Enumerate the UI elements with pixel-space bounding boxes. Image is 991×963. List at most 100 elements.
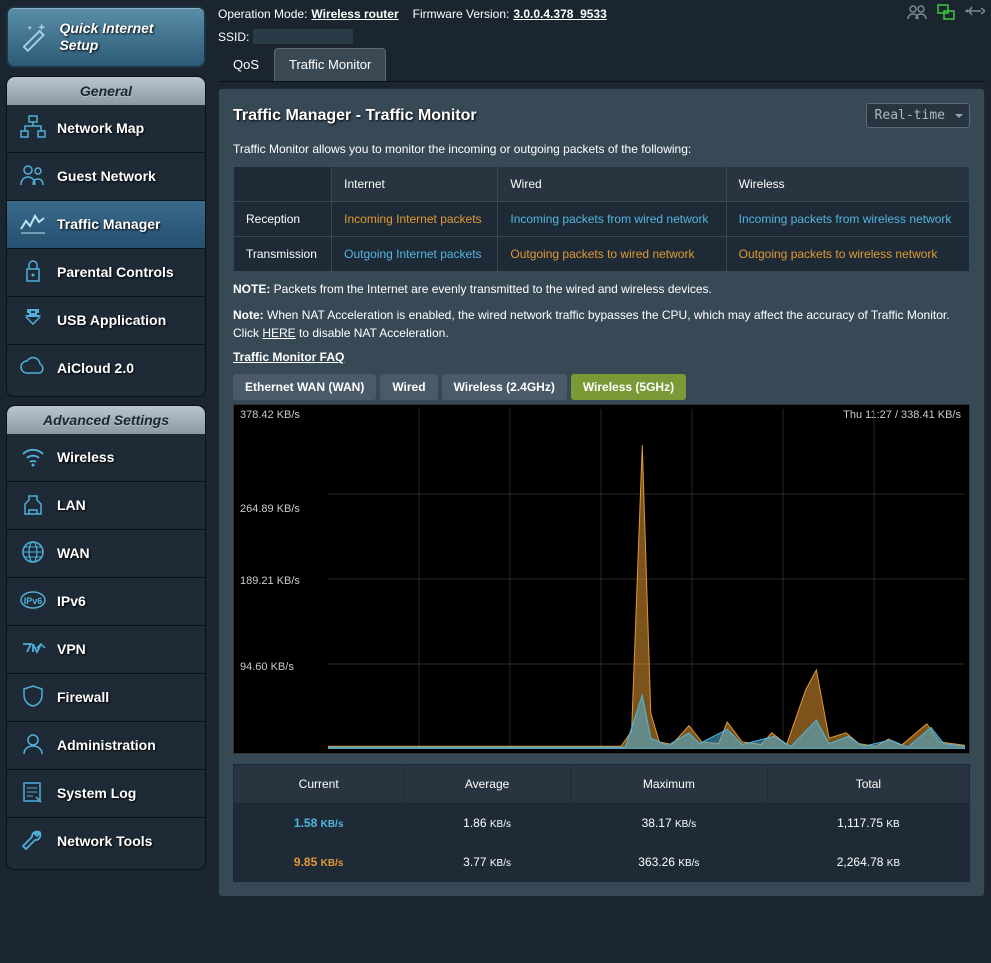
sidebar-item-label: VPN — [57, 641, 86, 657]
fw-label: Firmware Version: — [413, 7, 510, 21]
stats-hdr-maximum: Maximum — [570, 765, 767, 804]
stats-row-rx: 1.58 KB/s 1.86 KB/s 38.17 KB/s 1,117.75 … — [234, 804, 970, 843]
stats-hdr-current: Current — [234, 765, 404, 804]
link-outgoing-wireless[interactable]: Outgoing packets to wireless network — [739, 247, 938, 261]
sidebar-item-usb-application[interactable]: USB Application — [7, 297, 205, 345]
row-reception: Reception — [234, 202, 332, 237]
quick-internet-setup-button[interactable]: Quick Internet Setup — [6, 6, 206, 68]
if-tab-0[interactable]: Ethernet WAN (WAN) — [233, 374, 376, 400]
intro-text: Traffic Monitor allows you to monitor th… — [233, 142, 970, 156]
col-internet: Internet — [332, 167, 498, 202]
sidebar-item-parental-controls[interactable]: Parental Controls — [7, 249, 205, 297]
tab-traffic-monitor[interactable]: Traffic Monitor — [274, 48, 386, 81]
wireless-icon — [19, 444, 57, 471]
sidebar-item-label: AiCloud 2.0 — [57, 360, 134, 376]
row-transmission: Transmission — [234, 237, 332, 272]
mode-select[interactable]: Real-time — [866, 103, 970, 128]
sidebar-item-guest-network[interactable]: Guest Network — [7, 153, 205, 201]
y-tick-3: 94.60 KB/s — [240, 661, 294, 673]
sidebar-item-system-log[interactable]: System Log — [7, 770, 205, 818]
note-even: NOTE: Packets from the Internet are even… — [233, 280, 970, 298]
sidebar-item-network-map[interactable]: Network Map — [7, 105, 205, 153]
ssid-row: SSID: — [218, 27, 985, 48]
administration-icon — [19, 732, 57, 759]
sidebar-item-firewall[interactable]: Firewall — [7, 674, 205, 722]
sidebar-item-network-tools[interactable]: Network Tools — [7, 818, 205, 865]
page-title: Traffic Manager - Traffic Monitor — [233, 107, 477, 125]
y-tick-0: 378.42 KB/s — [240, 409, 300, 421]
sidebar-item-label: System Log — [57, 785, 136, 801]
nav-general: General Network Map Guest Network Traffic … — [6, 76, 206, 397]
sidebar-item-label: LAN — [57, 497, 86, 513]
sidebar-item-label: Network Tools — [57, 833, 152, 849]
stats-row-tx: 9.85 KB/s 3.77 KB/s 363.26 KB/s 2,264.78… — [234, 843, 970, 882]
link-status-icon[interactable] — [937, 4, 955, 23]
usb-icon[interactable] — [965, 4, 985, 23]
quick-internet-setup-label: Quick Internet Setup — [59, 20, 194, 54]
sidebar-item-label: WAN — [57, 545, 90, 561]
stats-table: Current Average Maximum Total 1.58 KB/s … — [233, 764, 970, 882]
traffic-manager-icon — [19, 211, 57, 238]
col-wireless: Wireless — [726, 167, 969, 202]
link-outgoing-wired[interactable]: Outgoing packets to wired network — [510, 247, 694, 261]
link-incoming-wireless[interactable]: Incoming packets from wireless network — [739, 212, 952, 226]
nav-general-header: General — [7, 77, 205, 105]
top-bar: Operation Mode: Wireless router Firmware… — [218, 0, 985, 27]
y-tick-1: 264.89 KB/s — [240, 503, 300, 515]
system-log-icon — [19, 780, 57, 807]
parental-controls-icon — [19, 259, 57, 286]
main-tabs: QoS Traffic Monitor — [218, 48, 985, 82]
sidebar-item-label: Traffic Manager — [57, 216, 160, 232]
wan-icon — [19, 540, 57, 567]
nav-advanced: Advanced Settings Wireless LAN WAN IPv6IPv6… — [6, 405, 206, 870]
sidebar-item-label: USB Application — [57, 312, 166, 328]
if-tab-2[interactable]: Wireless (2.4GHz) — [442, 374, 567, 400]
svg-text:IPv6: IPv6 — [24, 596, 43, 606]
network-tools-icon — [19, 828, 57, 855]
if-tab-3[interactable]: Wireless (5GHz) — [571, 374, 686, 400]
vpn-icon — [19, 636, 57, 663]
tab-qos[interactable]: QoS — [218, 48, 274, 81]
traffic-monitor-panel: Traffic Manager - Traffic Monitor Real-t… — [218, 88, 985, 897]
sidebar-item-wireless[interactable]: Wireless — [7, 434, 205, 482]
link-disable-nat[interactable]: HERE — [262, 326, 295, 340]
aicloud-icon — [19, 355, 57, 382]
y-tick-2: 189.21 KB/s — [240, 575, 300, 587]
link-incoming-wired[interactable]: Incoming packets from wired network — [510, 212, 708, 226]
direction-table: Internet Wired Wireless Reception Incomi… — [233, 166, 970, 272]
clients-icon[interactable] — [907, 4, 927, 23]
sidebar-item-label: Wireless — [57, 449, 114, 465]
sidebar-item-label: Firewall — [57, 689, 109, 705]
stats-hdr-average: Average — [404, 765, 571, 804]
sidebar-item-aicloud[interactable]: AiCloud 2.0 — [7, 345, 205, 392]
network-map-icon — [19, 115, 57, 142]
sidebar-item-administration[interactable]: Administration — [7, 722, 205, 770]
interface-tabs: Ethernet WAN (WAN)WiredWireless (2.4GHz)… — [233, 374, 970, 400]
usb-application-icon — [19, 307, 57, 334]
sidebar-item-vpn[interactable]: VPN — [7, 626, 205, 674]
link-faq[interactable]: Traffic Monitor FAQ — [233, 350, 970, 364]
note-nat: Note: When NAT Acceleration is enabled, … — [233, 306, 970, 342]
sidebar-item-label: Parental Controls — [57, 264, 174, 280]
sidebar-item-wan[interactable]: WAN — [7, 530, 205, 578]
stats-hdr-total: Total — [767, 765, 969, 804]
nav-advanced-header: Advanced Settings — [7, 406, 205, 434]
op-mode-link[interactable]: Wireless router — [311, 7, 398, 21]
if-tab-1[interactable]: Wired — [380, 374, 437, 400]
sidebar-item-label: Administration — [57, 737, 156, 753]
ssid-value — [253, 29, 353, 44]
fw-link[interactable]: 3.0.0.4.378_9533 — [513, 7, 606, 21]
firewall-icon — [19, 684, 57, 711]
sidebar-item-traffic-manager[interactable]: Traffic Manager — [7, 201, 205, 249]
sidebar-item-label: Network Map — [57, 120, 144, 136]
link-outgoing-internet[interactable]: Outgoing Internet packets — [344, 247, 481, 261]
guest-network-icon — [19, 163, 57, 190]
link-incoming-internet[interactable]: Incoming Internet packets — [344, 212, 481, 226]
sidebar-item-lan[interactable]: LAN — [7, 482, 205, 530]
col-wired: Wired — [498, 167, 726, 202]
traffic-chart: 378.42 KB/s 264.89 KB/s 189.21 KB/s 94.6… — [233, 404, 970, 754]
op-mode-label: Operation Mode: — [218, 7, 307, 21]
ssid-label: SSID: — [218, 30, 249, 44]
wand-icon — [18, 21, 49, 53]
sidebar-item-ipv6[interactable]: IPv6IPv6 — [7, 578, 205, 626]
